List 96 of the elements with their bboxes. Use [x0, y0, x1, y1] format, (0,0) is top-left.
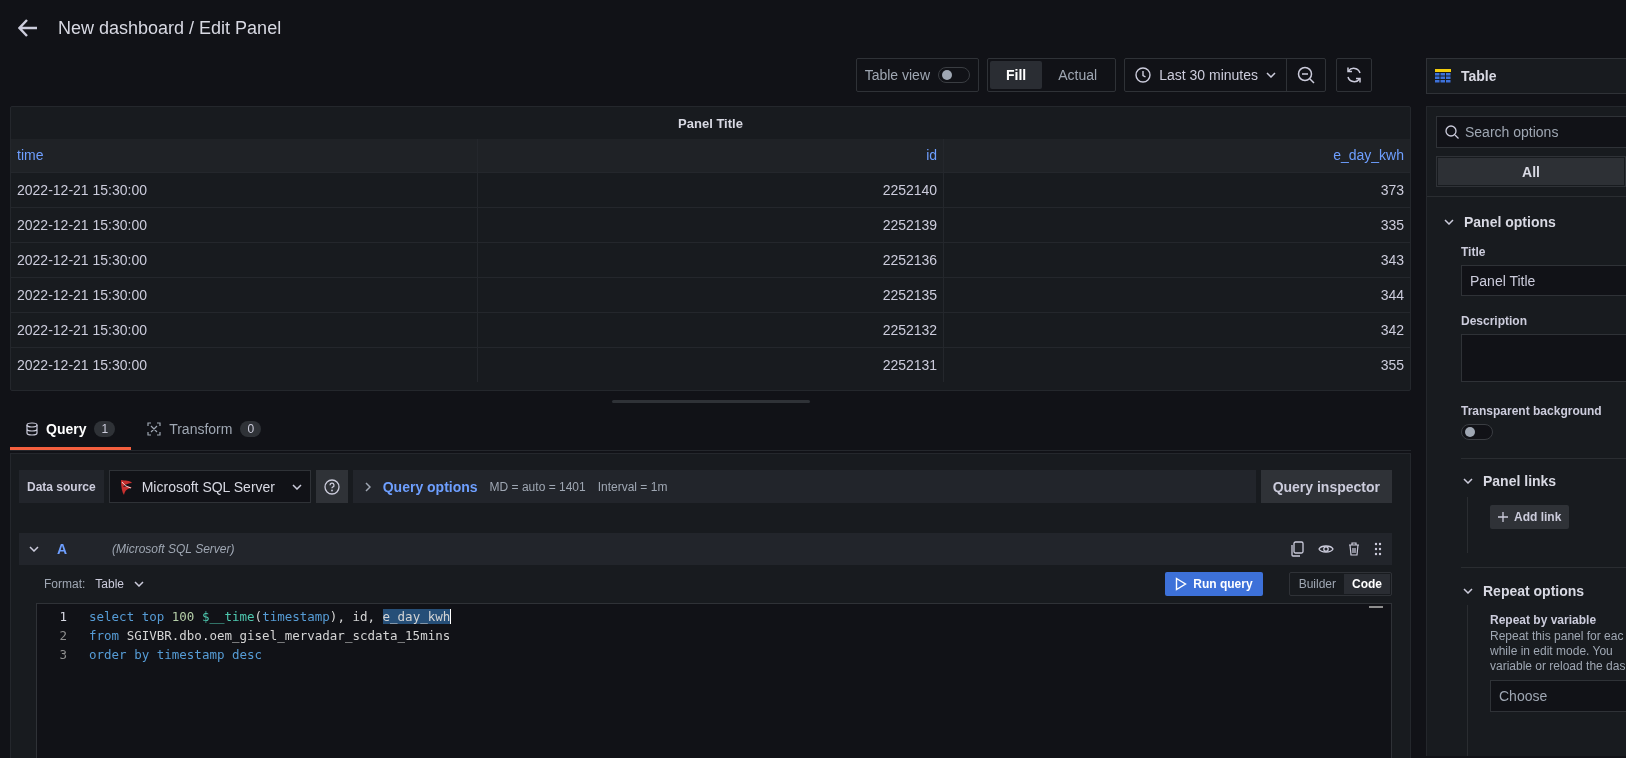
field-label: Title [1461, 245, 1487, 259]
format-select[interactable]: Table [95, 577, 145, 591]
help-button[interactable] [315, 470, 348, 503]
resize-handle[interactable] [611, 399, 810, 403]
table-cell: 2252140 [477, 172, 944, 207]
variable-select[interactable]: Choose [1490, 680, 1626, 712]
line-number: 2 [58, 627, 67, 645]
panel-title: Panel Title [677, 114, 744, 133]
query-options-link[interactable]: Query options [382, 478, 478, 495]
column-header[interactable]: time [11, 139, 478, 172]
description-input[interactable] [1461, 334, 1626, 382]
chevron-right-icon [364, 481, 371, 492]
query-tab[interactable]: Query 1 [10, 411, 132, 450]
code-line: select top 100 $__time(timestamp), id, e_day_kwh [89, 608, 452, 626]
table-cell: 342 [943, 312, 1410, 347]
query-inspector-button[interactable]: Query inspector [1260, 470, 1392, 503]
field-label: Description [1461, 314, 1528, 328]
table-cell: 2022-12-21 15:30:00 [11, 312, 478, 347]
count-badge: 0 [240, 421, 262, 437]
refresh-icon [1345, 66, 1363, 84]
table-cell: 2022-12-21 15:30:00 [11, 277, 478, 312]
chevron-down-icon [29, 546, 39, 552]
table-cell: 2022-12-21 15:30:00 [11, 347, 478, 382]
table-cell: 2252135 [477, 277, 944, 312]
column-header[interactable]: id [477, 139, 944, 172]
count-badge: 1 [94, 421, 116, 437]
editor-mode-option[interactable]: Builder [1290, 574, 1344, 594]
minimap-marker [1369, 606, 1383, 608]
back-arrow-icon [18, 19, 38, 37]
code-line: from SGIVBR.dbo.oem_gisel_mervadar_scdata_15mins [89, 627, 451, 645]
table-cell: 343 [943, 242, 1410, 277]
eye-icon [1318, 543, 1334, 555]
page-title: New dashboard / Edit Panel [58, 17, 282, 39]
plus-icon [1498, 512, 1508, 522]
query-tab[interactable]: Transform 0 [131, 411, 278, 450]
table-cell: 2252139 [477, 207, 944, 242]
line-number: 3 [58, 646, 67, 664]
chevron-down-icon [291, 483, 302, 490]
visualization-picker[interactable]: Table [1426, 58, 1626, 94]
display-mode-option[interactable]: Actual [1042, 61, 1114, 89]
search-icon [1445, 125, 1459, 139]
query-source: (Microsoft SQL Server) [112, 542, 236, 556]
help-icon [323, 478, 340, 495]
table-cell: 2022-12-21 15:30:00 [11, 172, 478, 207]
interval-info: Interval = 1m [597, 479, 668, 494]
table-view-toggle[interactable] [938, 67, 970, 83]
data-source-label: Data source [19, 470, 104, 503]
run-query-button[interactable]: Run query [1165, 572, 1263, 596]
code-line: order by timestamp desc [89, 646, 263, 664]
table-grid-icon [1435, 69, 1451, 83]
filter-option[interactable]: All [1438, 158, 1624, 185]
title-input[interactable]: Panel Title [1461, 265, 1626, 296]
table-cell: 2022-12-21 15:30:00 [11, 207, 478, 242]
line-number: 1 [58, 608, 67, 626]
help-text: Repeat this panel for eac while in edit mode. You variable or reload the das [1490, 629, 1626, 674]
table-cell: 2252132 [477, 312, 944, 347]
code-editor[interactable]: 1 select top 100 $__time(timestamp), id, e_day_kwh 2 from SGIVBR.dbo.oem_gisel_mervadar_scdata_15mins 3 order by timestamp desc [36, 603, 1392, 758]
chevron-down-icon [1463, 478, 1473, 484]
copy-icon [1290, 541, 1304, 557]
add-link-button[interactable]: Add link [1490, 505, 1570, 529]
refresh-button[interactable] [1336, 58, 1372, 92]
collapse-toggle[interactable] [29, 546, 39, 552]
chevron-down-icon [1266, 72, 1276, 78]
format-label: Format: [44, 577, 86, 591]
database-icon [26, 422, 38, 436]
zoom-out-icon [1297, 66, 1315, 84]
column-header[interactable]: e_day_kwh [943, 139, 1410, 172]
query-ref[interactable]: A [57, 541, 112, 557]
chevron-down-icon [1444, 219, 1454, 225]
table-cell: 373 [943, 172, 1410, 207]
table-cell: 344 [943, 277, 1410, 312]
drag-handle-icon [1374, 542, 1382, 556]
search-field[interactable]: Search options [1436, 116, 1626, 148]
section-header[interactable]: Panel options [1444, 214, 1556, 230]
transparent-toggle[interactable] [1461, 424, 1493, 440]
chevron-down-icon [1463, 588, 1473, 594]
data-source-picker[interactable]: Microsoft SQL Server [108, 470, 311, 503]
editor-mode-option[interactable]: Code [1344, 574, 1390, 594]
table-view-label: Table view [864, 67, 930, 83]
display-mode-option[interactable]: Fill [990, 61, 1043, 89]
chevron-down-icon [134, 581, 145, 587]
clock-icon [1135, 67, 1152, 83]
table-cell: 2252131 [477, 347, 944, 382]
table-cell: 335 [943, 207, 1410, 242]
section-header[interactable]: Panel links [1463, 473, 1557, 489]
table-cell: 355 [943, 347, 1410, 382]
field-label: Repeat by variable [1490, 613, 1598, 627]
table-cell: 2252136 [477, 242, 944, 277]
trash-icon [1348, 542, 1360, 556]
section-header[interactable]: Repeat options [1463, 583, 1585, 599]
table-cell: 2022-12-21 15:30:00 [11, 242, 478, 277]
transform-icon [147, 422, 162, 436]
field-label: Transparent background [1461, 404, 1603, 418]
play-icon [1175, 577, 1188, 591]
max-data-points: MD = auto = 1401 [489, 479, 586, 494]
back-button[interactable] [18, 19, 38, 37]
